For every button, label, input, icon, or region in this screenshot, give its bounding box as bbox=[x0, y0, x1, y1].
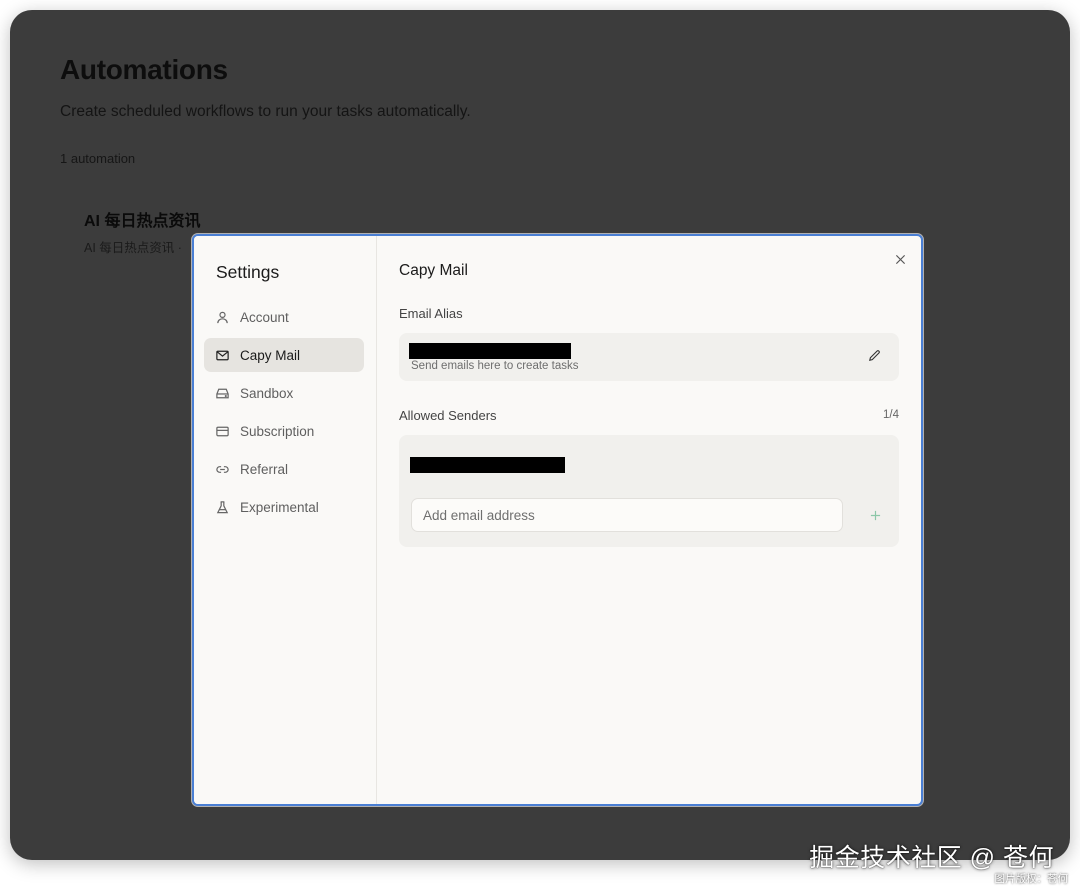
settings-modal: Settings Account Capy Mail Sandbox Subsc… bbox=[192, 234, 923, 806]
panel-title: Capy Mail bbox=[399, 262, 468, 279]
automation-card-subtitle: AI 每日热点资讯 · bbox=[84, 241, 182, 255]
add-email-input[interactable] bbox=[411, 498, 843, 532]
link-icon bbox=[214, 461, 230, 477]
close-button[interactable] bbox=[891, 250, 909, 268]
allowed-senders-box bbox=[399, 435, 899, 547]
nav-item-label: Capy Mail bbox=[240, 347, 301, 363]
email-alias-label: Email Alias bbox=[399, 306, 463, 321]
page-title: Automations bbox=[60, 54, 228, 85]
nav-item-label: Subscription bbox=[240, 423, 315, 439]
mail-icon bbox=[214, 347, 230, 363]
nav-item-subscription[interactable]: Subscription bbox=[204, 414, 364, 448]
settings-sidebar: Settings Account Capy Mail Sandbox Subsc… bbox=[194, 236, 377, 804]
user-icon bbox=[214, 309, 230, 325]
redacted-sender-email bbox=[410, 457, 565, 473]
nav-item-label: Experimental bbox=[240, 499, 319, 515]
edit-alias-button[interactable] bbox=[867, 348, 883, 364]
settings-title: Settings bbox=[216, 262, 280, 282]
watermark: 掘金技术社区 @ 苍何 bbox=[809, 844, 1054, 872]
watermark-copyright: 图片版权：苍何 bbox=[994, 873, 1069, 885]
nav-item-account[interactable]: Account bbox=[204, 300, 364, 334]
allowed-senders-label: Allowed Senders bbox=[399, 408, 497, 423]
page-subtitle: Create scheduled workflows to run your t… bbox=[60, 103, 471, 120]
pencil-icon bbox=[869, 350, 880, 361]
capy-mail-panel: Capy Mail Email Alias Send emails here t… bbox=[377, 236, 921, 804]
close-icon bbox=[895, 254, 905, 264]
nav-item-sandbox[interactable]: Sandbox bbox=[204, 376, 364, 410]
automation-count: 1 automation bbox=[60, 151, 136, 166]
alias-hint: Send emails here to create tasks bbox=[411, 360, 579, 372]
nav-item-referral[interactable]: Referral bbox=[204, 452, 364, 486]
flask-icon bbox=[214, 499, 230, 515]
automation-card-title[interactable]: AI 每日热点资讯 bbox=[84, 207, 200, 231]
nav-item-label: Account bbox=[240, 309, 289, 325]
settings-nav: Account Capy Mail Sandbox Subscription R… bbox=[204, 300, 364, 528]
plus-icon bbox=[870, 510, 880, 520]
nav-item-label: Referral bbox=[240, 461, 289, 477]
sender-count: 1/4 bbox=[883, 409, 899, 421]
credit-card-icon bbox=[214, 423, 230, 439]
email-alias-box: Send emails here to create tasks bbox=[399, 333, 899, 381]
nav-item-label: Sandbox bbox=[240, 385, 294, 401]
nav-item-experimental[interactable]: Experimental bbox=[204, 490, 364, 524]
nav-item-capy-mail[interactable]: Capy Mail bbox=[204, 338, 364, 372]
drive-icon bbox=[214, 385, 230, 401]
redacted-email-alias bbox=[409, 343, 571, 359]
add-sender-button[interactable] bbox=[867, 507, 883, 523]
